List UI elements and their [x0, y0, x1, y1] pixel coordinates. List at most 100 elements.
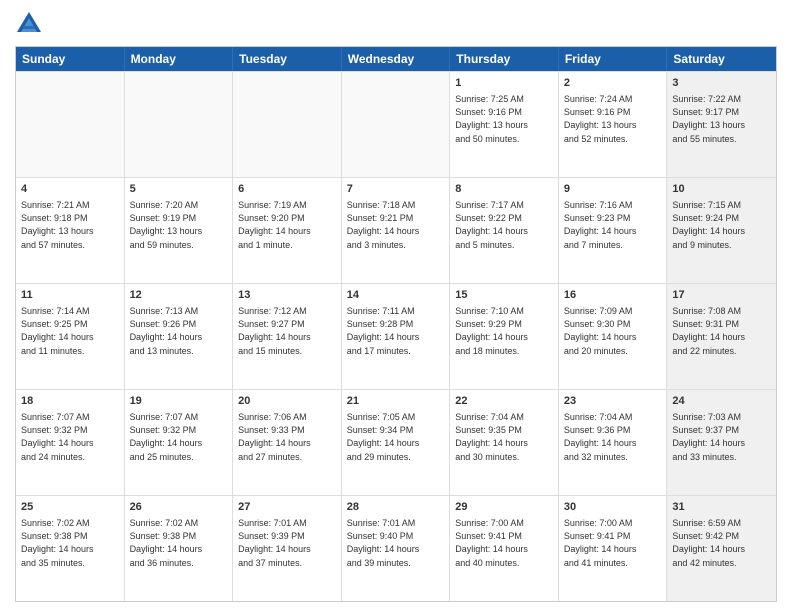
- cell-info: Sunrise: 7:16 AMSunset: 9:23 PMDaylight:…: [564, 199, 662, 251]
- day-number: 3: [672, 76, 771, 91]
- day-number: 10: [672, 182, 771, 197]
- cal-cell-0-2: [233, 72, 342, 177]
- day-number: 29: [455, 500, 553, 515]
- cal-cell-3-6: 24Sunrise: 7:03 AMSunset: 9:37 PMDayligh…: [667, 390, 776, 495]
- cal-header: SundayMondayTuesdayWednesdayThursdayFrid…: [16, 47, 776, 71]
- day-number: 11: [21, 288, 119, 303]
- cell-info: Sunrise: 7:00 AMSunset: 9:41 PMDaylight:…: [455, 517, 553, 569]
- cal-cell-1-1: 5 Sunrise: 7:20 AMSunset: 9:19 PMDaylight…: [125, 178, 234, 283]
- cell-info: Sunrise: 7:05 AMSunset: 9:34 PMDaylight:…: [347, 411, 445, 463]
- cal-cell-0-3: [342, 72, 451, 177]
- cal-cell-2-4: 15 Sunrise: 7:10 AMSunset: 9:29 PMDayligh…: [450, 284, 559, 389]
- cal-row-0: 1 Sunrise: 7:25 AMSunset: 9:16 PMDaylight…: [16, 71, 776, 177]
- cell-info: Sunrise: 7:25 AMSunset: 9:16 PMDaylight:…: [455, 93, 553, 145]
- cell-info: Sunrise: 7:04 AMSunset: 9:35 PMDaylight:…: [455, 411, 553, 463]
- cal-cell-2-0: 11 Sunrise: 7:14 AMSunset: 9:25 PMDayligh…: [16, 284, 125, 389]
- cal-cell-4-2: 27Sunrise: 7:01 AMSunset: 9:39 PMDayligh…: [233, 496, 342, 601]
- cal-cell-1-6: 10 Sunrise: 7:15 AMSunset: 9:24 PMDayligh…: [667, 178, 776, 283]
- day-number: 5: [130, 182, 228, 197]
- cell-info: Sunrise: 7:02 AMSunset: 9:38 PMDaylight:…: [21, 517, 119, 569]
- cal-cell-1-0: 4 Sunrise: 7:21 AMSunset: 9:18 PMDaylight…: [16, 178, 125, 283]
- cal-cell-4-6: 31 Sunrise: 6:59 AMSunset: 9:42 PMDayligh…: [667, 496, 776, 601]
- logo-icon: [15, 10, 43, 38]
- cal-cell-4-0: 25 Sunrise: 7:02 AMSunset: 9:38 PMDayligh…: [16, 496, 125, 601]
- cell-info: Sunrise: 7:01 AMSunset: 9:40 PMDaylight:…: [347, 517, 445, 569]
- cal-cell-1-2: 6 Sunrise: 7:19 AMSunset: 9:20 PMDaylight…: [233, 178, 342, 283]
- day-number: 19: [130, 394, 228, 409]
- header-day-saturday: Saturday: [667, 47, 776, 71]
- cal-cell-3-5: 23Sunrise: 7:04 AMSunset: 9:36 PMDayligh…: [559, 390, 668, 495]
- cell-info: Sunrise: 7:03 AMSunset: 9:37 PMDaylight:…: [672, 411, 771, 463]
- day-number: 1: [455, 76, 553, 91]
- header-day-tuesday: Tuesday: [233, 47, 342, 71]
- day-number: 18: [21, 394, 119, 409]
- cell-info: Sunrise: 7:24 AMSunset: 9:16 PMDaylight:…: [564, 93, 662, 145]
- cell-info: Sunrise: 7:01 AMSunset: 9:39 PMDaylight:…: [238, 517, 336, 569]
- cal-cell-2-6: 17 Sunrise: 7:08 AMSunset: 9:31 PMDayligh…: [667, 284, 776, 389]
- header-day-thursday: Thursday: [450, 47, 559, 71]
- cal-row-1: 4 Sunrise: 7:21 AMSunset: 9:18 PMDaylight…: [16, 177, 776, 283]
- day-number: 30: [564, 500, 662, 515]
- day-number: 8: [455, 182, 553, 197]
- day-number: 13: [238, 288, 336, 303]
- cal-cell-4-5: 30 Sunrise: 7:00 AMSunset: 9:41 PMDayligh…: [559, 496, 668, 601]
- cell-info: Sunrise: 7:19 AMSunset: 9:20 PMDaylight:…: [238, 199, 336, 251]
- cal-cell-2-1: 12Sunrise: 7:13 AMSunset: 9:26 PMDayligh…: [125, 284, 234, 389]
- cal-row-4: 25 Sunrise: 7:02 AMSunset: 9:38 PMDayligh…: [16, 495, 776, 601]
- day-number: 21: [347, 394, 445, 409]
- header-day-wednesday: Wednesday: [342, 47, 451, 71]
- cell-info: Sunrise: 7:04 AMSunset: 9:36 PMDaylight:…: [564, 411, 662, 463]
- cell-info: Sunrise: 7:10 AMSunset: 9:29 PMDaylight:…: [455, 305, 553, 357]
- day-number: 28: [347, 500, 445, 515]
- cell-info: Sunrise: 7:08 AMSunset: 9:31 PMDaylight:…: [672, 305, 771, 357]
- cal-body: 1 Sunrise: 7:25 AMSunset: 9:16 PMDaylight…: [16, 71, 776, 601]
- cell-info: Sunrise: 7:11 AMSunset: 9:28 PMDaylight:…: [347, 305, 445, 357]
- cal-cell-3-2: 20Sunrise: 7:06 AMSunset: 9:33 PMDayligh…: [233, 390, 342, 495]
- cal-cell-3-3: 21 Sunrise: 7:05 AMSunset: 9:34 PMDayligh…: [342, 390, 451, 495]
- day-number: 4: [21, 182, 119, 197]
- day-number: 14: [347, 288, 445, 303]
- header-day-monday: Monday: [125, 47, 234, 71]
- cal-cell-2-2: 13 Sunrise: 7:12 AMSunset: 9:27 PMDayligh…: [233, 284, 342, 389]
- cell-info: Sunrise: 7:00 AMSunset: 9:41 PMDaylight:…: [564, 517, 662, 569]
- day-number: 26: [130, 500, 228, 515]
- cal-cell-4-4: 29 Sunrise: 7:00 AMSunset: 9:41 PMDayligh…: [450, 496, 559, 601]
- day-number: 15: [455, 288, 553, 303]
- cell-info: Sunrise: 7:07 AMSunset: 9:32 PMDaylight:…: [130, 411, 228, 463]
- day-number: 6: [238, 182, 336, 197]
- header-day-friday: Friday: [559, 47, 668, 71]
- cell-info: Sunrise: 7:02 AMSunset: 9:38 PMDaylight:…: [130, 517, 228, 569]
- header: [15, 10, 777, 38]
- day-number: 25: [21, 500, 119, 515]
- calendar: SundayMondayTuesdayWednesdayThursdayFrid…: [15, 46, 777, 602]
- cell-info: Sunrise: 7:22 AMSunset: 9:17 PMDaylight:…: [672, 93, 771, 145]
- cell-info: Sunrise: 7:17 AMSunset: 9:22 PMDaylight:…: [455, 199, 553, 251]
- day-number: 16: [564, 288, 662, 303]
- day-number: 2: [564, 76, 662, 91]
- cal-cell-3-0: 18 Sunrise: 7:07 AMSunset: 9:32 PMDayligh…: [16, 390, 125, 495]
- cal-cell-2-5: 16 Sunrise: 7:09 AMSunset: 9:30 PMDayligh…: [559, 284, 668, 389]
- day-number: 7: [347, 182, 445, 197]
- cell-info: Sunrise: 7:14 AMSunset: 9:25 PMDaylight:…: [21, 305, 119, 357]
- cell-info: Sunrise: 7:15 AMSunset: 9:24 PMDaylight:…: [672, 199, 771, 251]
- cal-cell-0-1: [125, 72, 234, 177]
- cal-cell-0-6: 3 Sunrise: 7:22 AMSunset: 9:17 PMDaylight…: [667, 72, 776, 177]
- cal-cell-3-1: 19 Sunrise: 7:07 AMSunset: 9:32 PMDayligh…: [125, 390, 234, 495]
- cal-row-2: 11 Sunrise: 7:14 AMSunset: 9:25 PMDayligh…: [16, 283, 776, 389]
- day-number: 22: [455, 394, 553, 409]
- cal-cell-4-1: 26 Sunrise: 7:02 AMSunset: 9:38 PMDayligh…: [125, 496, 234, 601]
- logo: [15, 10, 45, 38]
- cell-info: Sunrise: 7:12 AMSunset: 9:27 PMDaylight:…: [238, 305, 336, 357]
- day-number: 31: [672, 500, 771, 515]
- cal-cell-1-3: 7Sunrise: 7:18 AMSunset: 9:21 PMDaylight…: [342, 178, 451, 283]
- cal-cell-0-4: 1 Sunrise: 7:25 AMSunset: 9:16 PMDaylight…: [450, 72, 559, 177]
- cal-cell-0-5: 2 Sunrise: 7:24 AMSunset: 9:16 PMDaylight…: [559, 72, 668, 177]
- cell-info: Sunrise: 7:07 AMSunset: 9:32 PMDaylight:…: [21, 411, 119, 463]
- cell-info: Sunrise: 6:59 AMSunset: 9:42 PMDaylight:…: [672, 517, 771, 569]
- cell-info: Sunrise: 7:09 AMSunset: 9:30 PMDaylight:…: [564, 305, 662, 357]
- cell-info: Sunrise: 7:20 AMSunset: 9:19 PMDaylight:…: [130, 199, 228, 251]
- cal-cell-2-3: 14 Sunrise: 7:11 AMSunset: 9:28 PMDayligh…: [342, 284, 451, 389]
- day-number: 17: [672, 288, 771, 303]
- day-number: 9: [564, 182, 662, 197]
- cell-info: Sunrise: 7:21 AMSunset: 9:18 PMDaylight:…: [21, 199, 119, 251]
